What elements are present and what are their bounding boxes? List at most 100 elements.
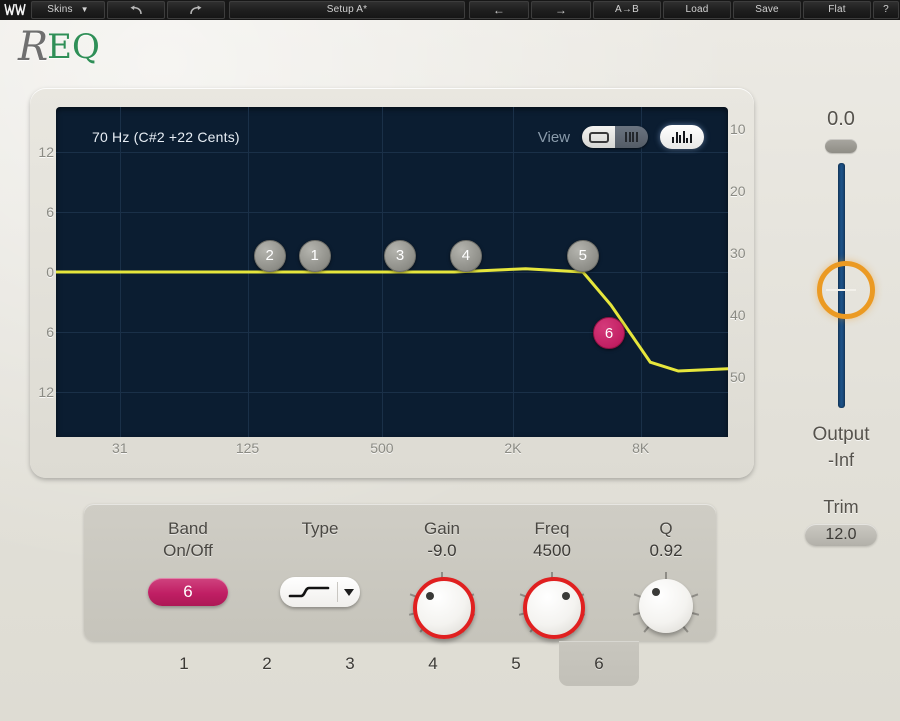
x-tick: 500 — [370, 440, 394, 456]
save-label: Save — [755, 4, 779, 15]
gain-knob-body[interactable] — [413, 577, 475, 639]
y-tick-right: 40 — [730, 307, 746, 323]
plugin-title: R EQ — [18, 26, 100, 68]
band-onoff-button[interactable]: 6 — [148, 578, 228, 606]
y-tick-right: 30 — [730, 245, 746, 261]
freq-control: Freq 4500 — [492, 518, 612, 640]
arrow-right-icon: → — [554, 3, 568, 17]
top-toolbar: Skins ▼ Setup A* ← → A→B Load Save Flat … — [0, 0, 900, 21]
band-handle-1[interactable]: 1 — [298, 239, 331, 272]
load-label: Load — [685, 4, 709, 15]
freq-knob-body[interactable] — [523, 577, 585, 639]
gain-knob[interactable] — [408, 572, 476, 640]
load-button[interactable]: Load — [663, 1, 731, 19]
output-fader-value: 0.0 — [827, 108, 855, 130]
y-tick-right: 50 — [730, 369, 746, 385]
graph-inner: 12 6 0 6 12 10 20 30 40 50 70 Hz (C#2 +22 Cents)… — [38, 107, 746, 459]
chevron-down-icon[interactable] — [338, 588, 360, 596]
setup-label: Setup A* — [326, 4, 368, 15]
trim-value[interactable]: 12.0 — [805, 524, 877, 546]
band-onoff-control: Band On/Off 6 — [128, 518, 248, 606]
freq-knob-indicator — [562, 592, 570, 600]
gain-knob-indicator — [426, 592, 434, 600]
type-label: Type — [301, 519, 339, 538]
y-tick-left: 0 — [46, 264, 54, 280]
x-tick: 2K — [504, 440, 522, 456]
setup-field[interactable]: Setup A* — [229, 1, 465, 19]
eq-curve-plot[interactable]: 70 Hz (C#2 +22 Cents) View 2 1 3 4 5 6 — [56, 107, 728, 437]
trim-label: Trim — [823, 497, 859, 517]
waves-logo-icon — [0, 0, 30, 20]
graph-panel: 12 6 0 6 12 10 20 30 40 50 70 Hz (C#2 +22 Cents)… — [30, 88, 754, 478]
ab-label: A→B — [615, 4, 639, 15]
band-handle-2[interactable]: 2 — [253, 239, 286, 272]
flat-label: Flat — [828, 4, 846, 15]
gain-label: Gain — [424, 519, 460, 538]
skins-dropdown[interactable]: Skins ▼ — [31, 1, 105, 19]
band-label-line2: On/Off — [163, 541, 213, 560]
save-button[interactable]: Save — [733, 1, 801, 19]
band-label-line1: Band — [168, 519, 208, 538]
y-tick-right: 10 — [730, 121, 746, 137]
redo-icon — [190, 5, 202, 14]
x-axis: 31 125 500 2K 8K — [56, 437, 728, 459]
band-tab-6[interactable]: 6 — [559, 641, 639, 686]
y-tick-left: 12 — [38, 144, 54, 160]
q-knob[interactable] — [632, 572, 700, 640]
q-knob-indicator — [652, 588, 660, 596]
q-knob-body[interactable] — [639, 579, 693, 633]
output-mute-button[interactable] — [825, 139, 857, 153]
q-control: Q 0.92 — [606, 518, 726, 640]
eq-response-curve — [56, 267, 728, 373]
freq-label: Freq — [534, 519, 570, 538]
type-control: Type — [260, 518, 380, 607]
flat-button[interactable]: Flat — [803, 1, 871, 19]
knob-tick — [665, 572, 667, 579]
output-fader[interactable] — [782, 163, 900, 408]
band-tab-4[interactable]: 4 — [393, 641, 473, 686]
knob-tick — [682, 626, 689, 633]
skins-label: Skins — [47, 4, 73, 15]
y-tick-left: 12 — [38, 384, 54, 400]
q-value: 0.92 — [649, 541, 683, 560]
output-section: 0.0 Output -Inf Trim 12.0 — [782, 108, 900, 546]
band-handle-4[interactable]: 4 — [449, 239, 482, 272]
x-tick: 31 — [112, 440, 128, 456]
band-tab-3[interactable]: 3 — [310, 641, 390, 686]
help-button[interactable]: ? — [873, 1, 899, 19]
y-axis-left: 12 6 0 6 12 — [34, 107, 54, 437]
gain-control: Gain -9.0 — [382, 518, 502, 640]
redo-button[interactable] — [167, 1, 225, 19]
type-selector[interactable] — [280, 577, 360, 607]
band-tab-1[interactable]: 1 — [144, 641, 224, 686]
band-tab-5[interactable]: 5 — [476, 641, 556, 686]
gain-value: -9.0 — [427, 541, 457, 560]
output-label: Output — [812, 424, 870, 445]
undo-icon — [130, 5, 142, 14]
prev-preset-button[interactable]: ← — [469, 1, 529, 19]
shelf-curve-icon — [280, 584, 337, 600]
band-handle-3[interactable]: 3 — [384, 239, 417, 272]
band-tabs: 123456 — [84, 641, 716, 689]
controls-panel: Band On/Off 6 Type Gain -9.0 Freq 4500 Q… — [84, 504, 716, 641]
knob-tick — [691, 612, 700, 616]
y-tick-right: 20 — [730, 183, 746, 199]
plugin-title-eq: EQ — [47, 27, 100, 67]
x-tick: 8K — [632, 440, 650, 456]
freq-knob[interactable] — [518, 572, 586, 640]
fader-handle[interactable] — [817, 261, 875, 319]
y-tick-left: 6 — [46, 324, 54, 340]
band-tab-2[interactable]: 2 — [227, 641, 307, 686]
x-tick: 125 — [235, 440, 260, 456]
plugin-title-r: R — [18, 24, 48, 70]
q-label: Q — [659, 519, 673, 538]
band-handle-6[interactable]: 6 — [593, 317, 626, 350]
undo-button[interactable] — [107, 1, 165, 19]
next-preset-button[interactable]: → — [531, 1, 591, 19]
chevron-down-icon: ▼ — [80, 5, 89, 14]
freq-value: 4500 — [533, 541, 571, 560]
ab-compare-button[interactable]: A→B — [593, 1, 661, 19]
y-tick-left: 6 — [46, 204, 54, 220]
knob-tick — [691, 593, 699, 598]
band-handle-5[interactable]: 5 — [566, 239, 599, 272]
